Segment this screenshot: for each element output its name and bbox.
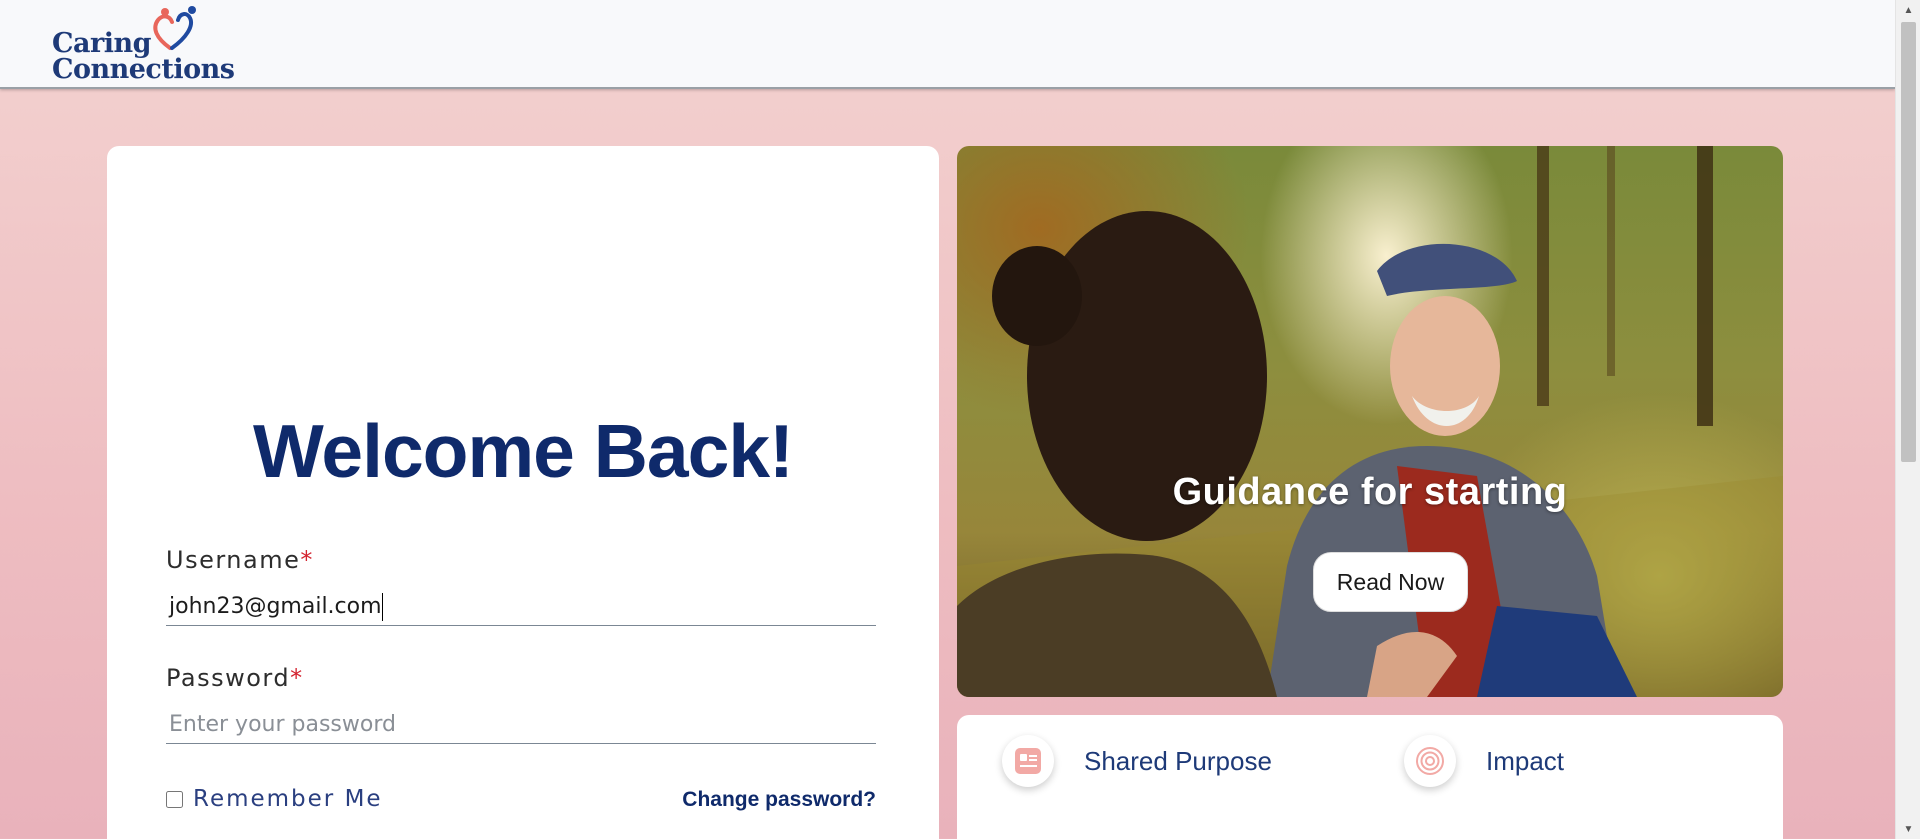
change-password-link[interactable]: Change password? [682, 788, 876, 812]
features-panel: Shared Purpose Impact [957, 715, 1783, 839]
hero-photo-illustration [957, 146, 1783, 697]
read-now-button[interactable]: Read Now [1313, 552, 1468, 612]
text-caret [381, 592, 384, 621]
remember-me: Remember Me [166, 786, 383, 812]
username-input-value: john23@gmail.com [169, 594, 382, 619]
scrollbar-thumb[interactable] [1901, 22, 1916, 462]
feature-shared-purpose[interactable]: Shared Purpose [1002, 735, 1272, 787]
remember-me-label[interactable]: Remember Me [193, 786, 383, 812]
hero-banner: Guidance for starting Read Now [957, 146, 1783, 697]
feature-impact[interactable]: Impact [1404, 735, 1564, 787]
feature-label: Shared Purpose [1084, 745, 1272, 776]
username-label-text: Username [166, 546, 301, 574]
required-marker: * [290, 664, 304, 692]
caring-connections-logo[interactable]: Caring Connections [52, 4, 235, 86]
required-marker: * [300, 546, 314, 574]
hero-title: Guidance for starting [1172, 471, 1568, 513]
heart-logo-icon [153, 6, 196, 50]
password-label-text: Password [166, 664, 291, 692]
username-input[interactable]: john23@gmail.com [166, 588, 876, 626]
target-icon [1404, 735, 1456, 787]
page-scrollbar[interactable]: ▲ ▼ [1895, 0, 1920, 839]
id-card-icon [1002, 735, 1054, 787]
feature-label: Impact [1486, 745, 1565, 776]
remember-me-checkbox[interactable] [166, 790, 183, 808]
logo-text-line2: Connections [52, 54, 235, 85]
login-card: Welcome Back! Username* john23@gmail.com… [107, 146, 939, 839]
password-label: Password* [166, 664, 304, 692]
scroll-down-arrow-icon[interactable]: ▼ [1896, 819, 1920, 839]
scroll-up-arrow-icon[interactable]: ▲ [1896, 0, 1920, 20]
username-label: Username* [166, 546, 314, 574]
top-header: Caring Connections [0, 0, 1895, 89]
password-input[interactable] [166, 706, 876, 744]
welcome-heading: Welcome Back! [252, 409, 794, 493]
